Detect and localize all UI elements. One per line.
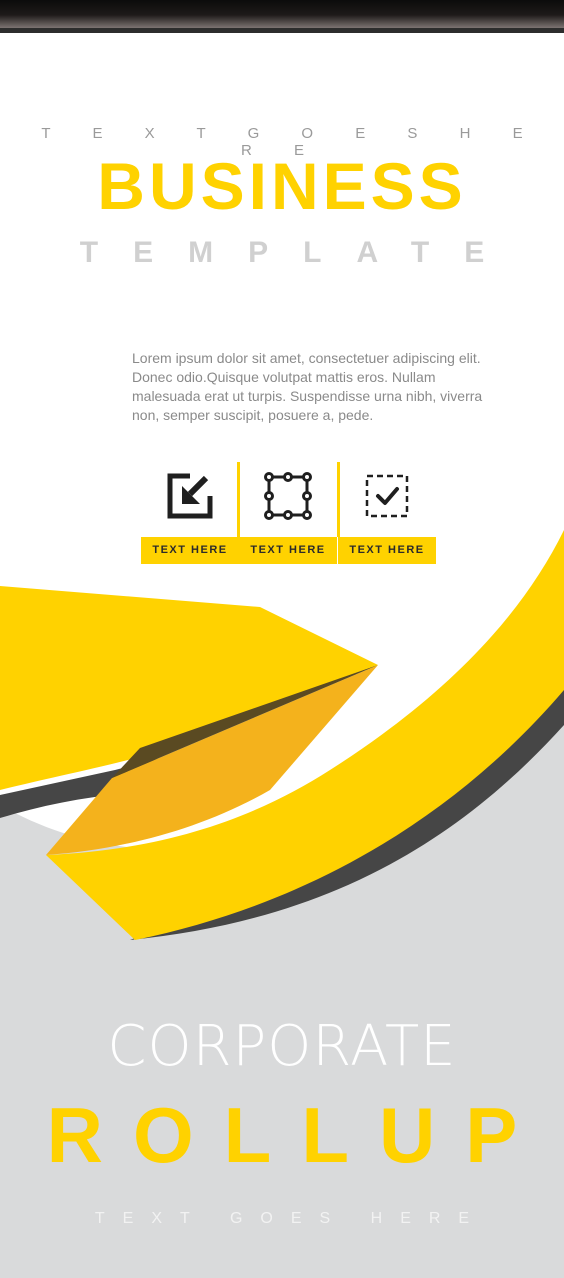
feature-row: TEXT HERE TEXT HERE TEXT HERE — [141, 462, 436, 564]
footer-title: ROLLUP — [46, 1091, 548, 1179]
feature-item: TEXT HERE — [338, 462, 436, 564]
feature-item: TEXT HERE — [239, 462, 337, 564]
feature-label: TEXT HERE — [239, 537, 337, 564]
feature-label: TEXT HERE — [141, 537, 239, 564]
footer-headline: CORPORATE — [107, 1014, 457, 1079]
body-text: Lorem ipsum dolor sit amet, consectetuer… — [132, 350, 483, 423]
top-roller-bar — [0, 0, 564, 33]
header-subtitle: TEMPLATE — [79, 236, 520, 269]
feature-item: TEXT HERE — [141, 462, 239, 564]
feature-label: TEXT HERE — [338, 537, 436, 564]
import-arrow-icon — [167, 473, 213, 519]
footer-kicker: TEXT GOES HERE — [94, 1210, 488, 1227]
header-title: BUSINESS — [97, 149, 467, 223]
selection-box-icon — [264, 472, 312, 520]
dashed-checkbox-icon — [365, 474, 409, 518]
